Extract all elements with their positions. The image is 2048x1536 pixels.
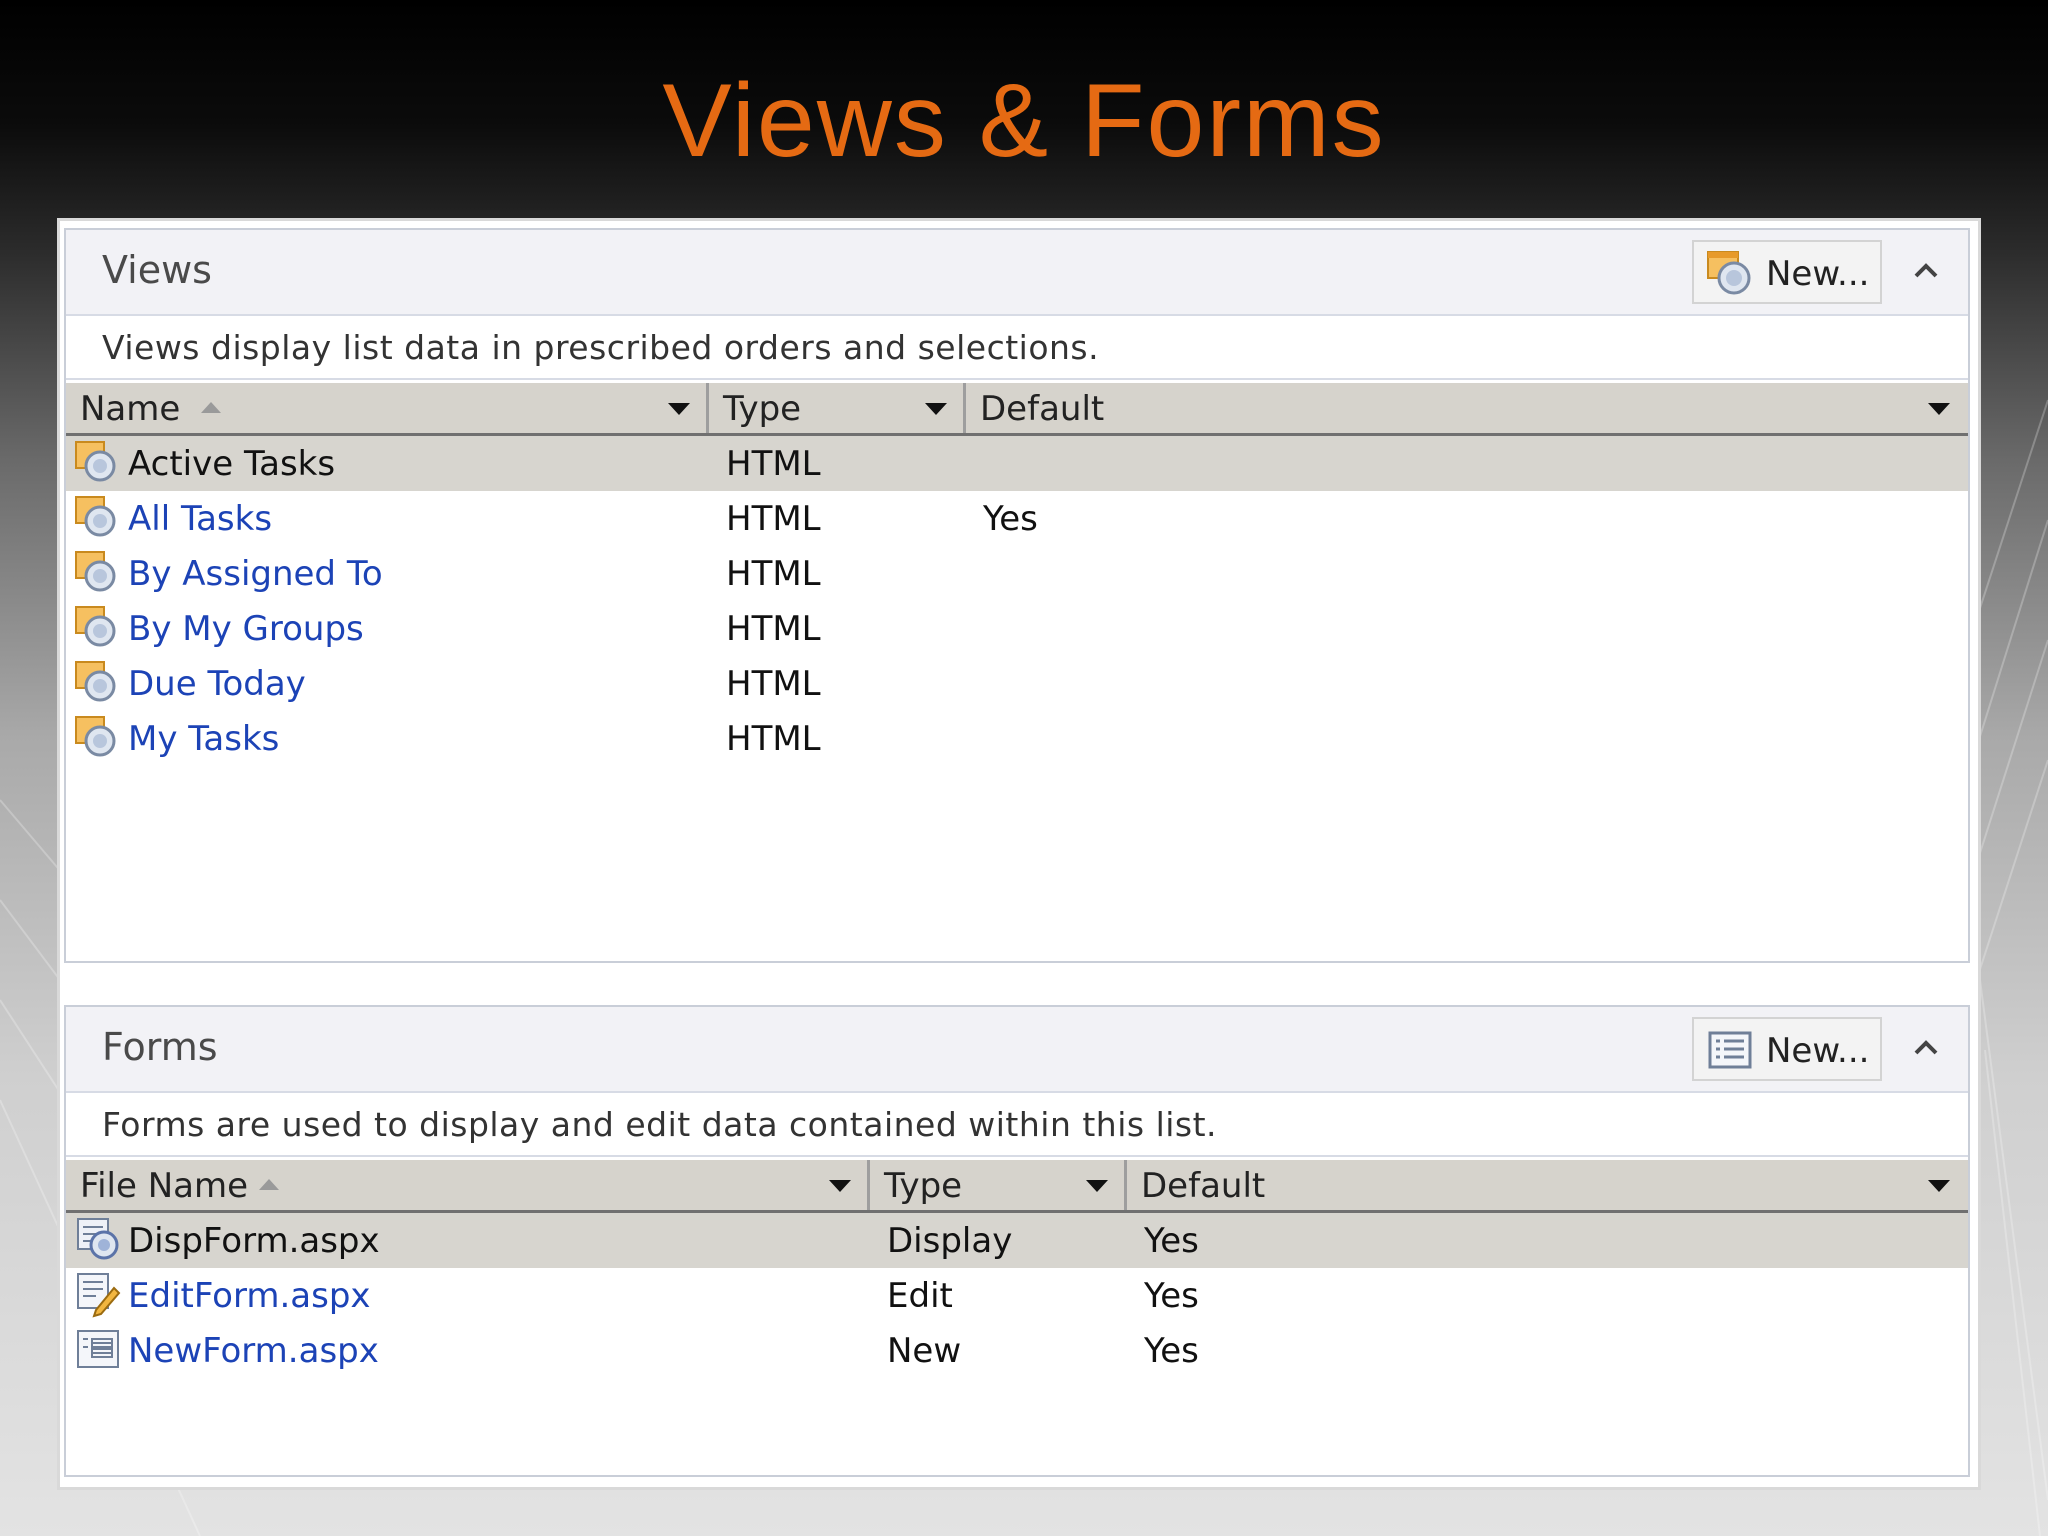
sort-ascending-icon — [198, 399, 224, 419]
form-default: Yes — [1144, 1331, 1199, 1371]
form-file-name: DispForm.aspx — [128, 1221, 380, 1261]
form-default: Yes — [1144, 1276, 1199, 1316]
new-view-label: New... — [1766, 254, 1870, 294]
view-icon — [74, 603, 122, 655]
column-file-name-label: File Name — [80, 1166, 249, 1206]
forms-panel-title: Forms — [102, 1025, 218, 1069]
new-form-label: New... — [1766, 1031, 1870, 1071]
view-name-link[interactable]: My Tasks — [128, 719, 279, 759]
form-type: New — [887, 1331, 962, 1371]
views-panel-header: Views New... — [66, 230, 1968, 316]
views-column-header: Name Type Default — [66, 380, 1968, 436]
new-form-icon — [74, 1325, 122, 1377]
forms-description-text: Forms are used to display and edit data … — [102, 1105, 1218, 1144]
view-type: HTML — [726, 719, 821, 759]
column-dropdown-icon[interactable] — [1926, 401, 1952, 421]
view-type: HTML — [726, 499, 821, 539]
view-default: Yes — [983, 499, 1038, 539]
view-type: HTML — [726, 609, 821, 649]
column-dropdown-icon[interactable] — [666, 401, 692, 421]
view-type: HTML — [726, 444, 821, 484]
view-name-link[interactable]: By My Groups — [128, 609, 364, 649]
chevron-up-icon[interactable] — [1906, 250, 1946, 290]
form-default: Yes — [1144, 1221, 1199, 1261]
view-name-link[interactable]: All Tasks — [128, 499, 272, 539]
view-type: HTML — [726, 664, 821, 704]
column-header-type[interactable]: Type — [870, 1160, 1127, 1210]
form-file-link[interactable]: NewForm.aspx — [128, 1331, 379, 1371]
view-row[interactable]: By Assigned To HTML — [66, 546, 1968, 601]
forms-description: Forms are used to display and edit data … — [66, 1093, 1968, 1157]
view-name-link[interactable]: By Assigned To — [128, 554, 383, 594]
form-row[interactable]: EditForm.aspx Edit Yes — [66, 1268, 1968, 1323]
slide-title: Views & Forms — [662, 63, 1386, 179]
forms-panel: Forms New... Forms are used to display a… — [64, 1005, 1970, 1477]
column-default-label: Default — [1141, 1166, 1266, 1206]
view-row[interactable]: Due Today HTML — [66, 656, 1968, 711]
forms-column-header: File Name Type Default — [66, 1157, 1968, 1213]
view-row[interactable]: By My Groups HTML — [66, 601, 1968, 656]
chevron-up-icon[interactable] — [1906, 1027, 1946, 1067]
column-header-name[interactable]: Name — [66, 383, 709, 433]
views-panel-title: Views — [102, 248, 212, 292]
column-dropdown-icon[interactable] — [1084, 1178, 1110, 1198]
view-name: Active Tasks — [128, 444, 336, 484]
column-name-label: Name — [80, 389, 181, 429]
form-row[interactable]: DispForm.aspx Display Yes — [66, 1213, 1968, 1268]
views-description-text: Views display list data in prescribed or… — [102, 328, 1100, 367]
column-type-label: Type — [723, 389, 802, 429]
display-form-icon — [74, 1215, 122, 1267]
column-default-label: Default — [980, 389, 1105, 429]
column-dropdown-icon[interactable] — [923, 401, 949, 421]
forms-panel-header: Forms New... — [66, 1007, 1968, 1093]
form-type: Edit — [887, 1276, 953, 1316]
view-row[interactable]: All Tasks HTML Yes — [66, 491, 1968, 546]
column-header-file-name[interactable]: File Name — [66, 1160, 870, 1210]
view-icon — [74, 493, 122, 545]
view-name-link[interactable]: Due Today — [128, 664, 306, 704]
views-panel: Views New... Views display list data in … — [64, 228, 1970, 963]
views-description: Views display list data in prescribed or… — [66, 316, 1968, 380]
column-header-default[interactable]: Default — [1127, 1160, 1966, 1210]
view-row[interactable]: Active Tasks HTML — [66, 436, 1968, 491]
sharepoint-screenshot: Views New... Views display list data in … — [57, 218, 1981, 1490]
form-row[interactable]: NewForm.aspx New Yes — [66, 1323, 1968, 1378]
column-dropdown-icon[interactable] — [827, 1178, 853, 1198]
view-icon — [74, 713, 122, 765]
form-icon — [1706, 1027, 1754, 1077]
view-type: HTML — [726, 554, 821, 594]
column-header-default[interactable]: Default — [966, 383, 1966, 433]
column-type-label: Type — [884, 1166, 963, 1206]
column-dropdown-icon[interactable] — [1926, 1178, 1952, 1198]
view-row[interactable]: My Tasks HTML — [66, 711, 1968, 766]
sort-ascending-icon — [256, 1176, 282, 1196]
new-form-button[interactable]: New... — [1692, 1017, 1882, 1081]
form-file-link[interactable]: EditForm.aspx — [128, 1276, 371, 1316]
form-type: Display — [887, 1221, 1013, 1261]
new-view-button[interactable]: New... — [1692, 240, 1882, 304]
view-icon — [74, 438, 122, 490]
view-icon — [74, 658, 122, 710]
edit-form-icon — [74, 1270, 122, 1322]
column-header-type[interactable]: Type — [709, 383, 966, 433]
view-icon — [74, 548, 122, 600]
view-icon — [1706, 250, 1754, 300]
